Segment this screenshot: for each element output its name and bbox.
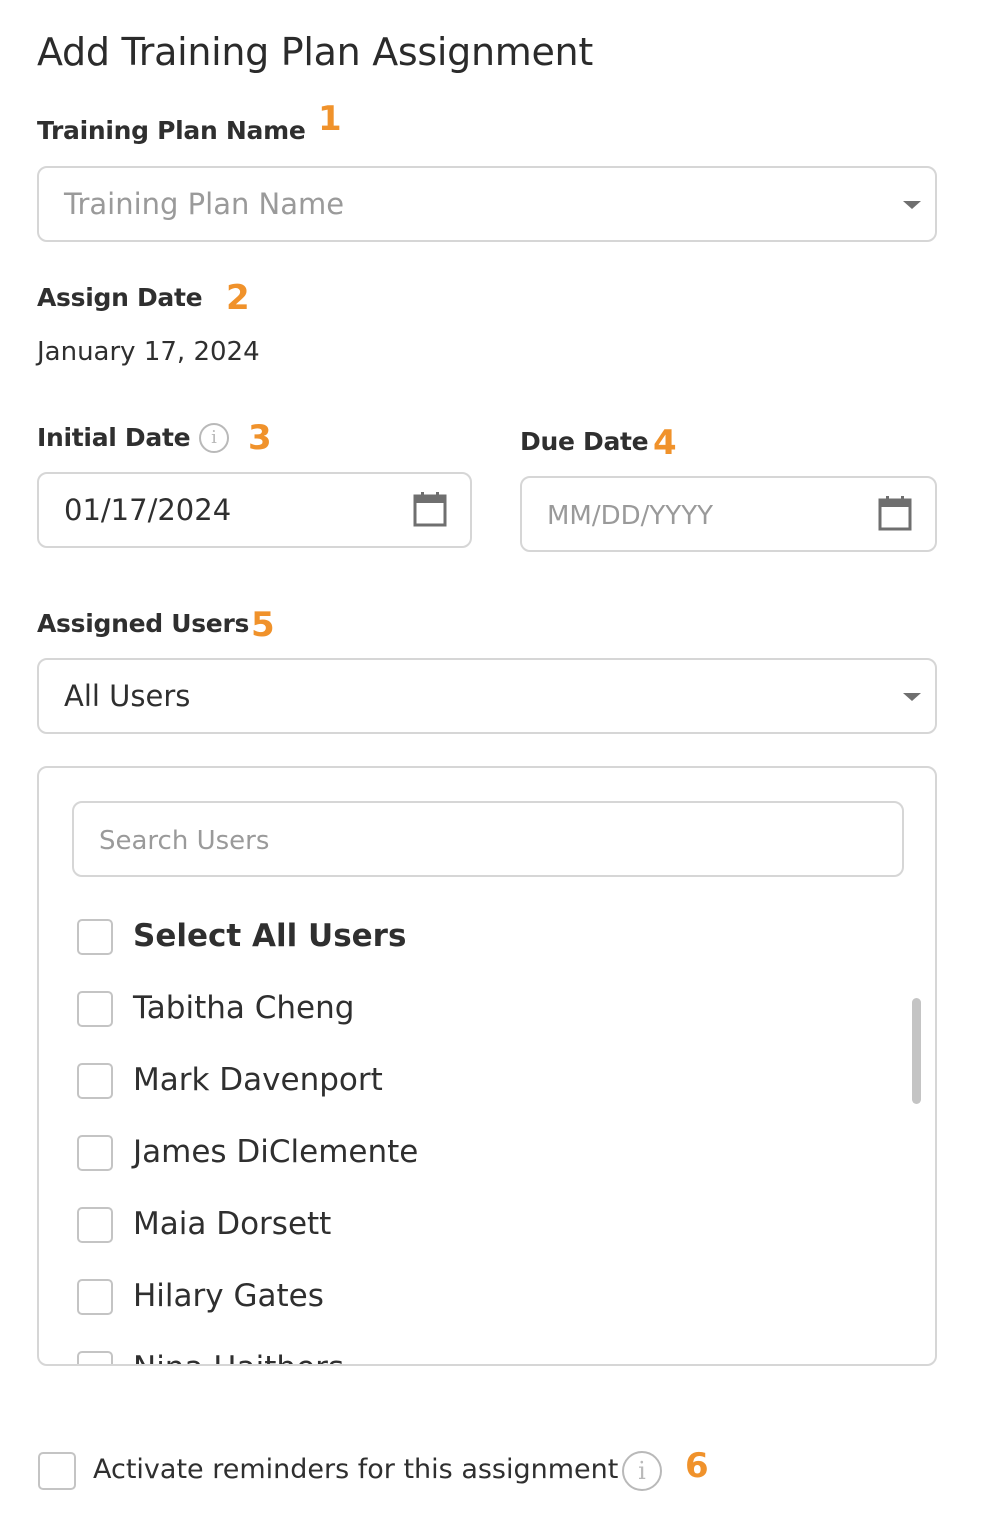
user-label: Maia Dorsett [133, 1206, 332, 1242]
training-plan-name-label: Training Plan Name [37, 116, 306, 145]
user-checkbox[interactable] [77, 1279, 113, 1315]
user-list-scrollbar[interactable] [912, 998, 921, 1104]
reminders-checkbox[interactable] [38, 1452, 76, 1490]
calendar-icon[interactable] [878, 495, 912, 531]
user-list-panel: Search Users Select All Users Tabitha Ch… [37, 766, 937, 1366]
user-checkbox[interactable] [77, 1135, 113, 1171]
user-checkbox[interactable] [77, 1351, 113, 1364]
step-marker-1: 1 [318, 99, 342, 139]
user-label: Hilary Gates [133, 1278, 324, 1314]
user-label: Mark Davenport [133, 1062, 383, 1098]
step-marker-4: 4 [653, 423, 677, 463]
due-date-input[interactable]: MM/DD/YYYY [520, 476, 937, 552]
user-checkbox[interactable] [77, 1063, 113, 1099]
step-marker-6: 6 [685, 1446, 709, 1486]
assigned-users-select[interactable]: All Users [37, 658, 937, 734]
step-marker-5: 5 [251, 605, 275, 645]
info-icon[interactable]: i [622, 1451, 662, 1491]
assign-date-value: January 17, 2024 [37, 337, 260, 367]
search-users-input[interactable]: Search Users [72, 801, 904, 877]
initial-date-input[interactable]: 01/17/2024 [37, 472, 472, 548]
chevron-down-icon [903, 201, 921, 209]
user-label: Tabitha Cheng [133, 990, 355, 1026]
initial-date-value: 01/17/2024 [64, 493, 232, 527]
due-date-label: Due Date [520, 427, 649, 456]
user-label: Nina Haithers [133, 1350, 344, 1364]
page-title: Add Training Plan Assignment [37, 30, 593, 74]
step-marker-3: 3 [248, 418, 272, 458]
initial-date-label: Initial Date [37, 423, 191, 452]
due-date-placeholder: MM/DD/YYYY [547, 501, 713, 531]
assigned-users-label: Assigned Users [37, 609, 250, 638]
assigned-users-selected: All Users [64, 679, 191, 713]
user-checkbox[interactable] [77, 1207, 113, 1243]
info-icon[interactable]: i [199, 423, 229, 453]
user-label: James DiClemente [133, 1134, 419, 1170]
user-checkbox[interactable] [77, 991, 113, 1027]
training-plan-select-placeholder: Training Plan Name [64, 187, 345, 221]
calendar-icon[interactable] [413, 491, 447, 527]
step-marker-2: 2 [226, 278, 250, 318]
assign-date-label: Assign Date [37, 283, 203, 312]
chevron-down-icon [903, 693, 921, 701]
training-plan-select[interactable]: Training Plan Name [37, 166, 937, 242]
select-all-label: Select All Users [133, 918, 407, 954]
select-all-checkbox[interactable] [77, 919, 113, 955]
reminders-label: Activate reminders for this assignment [93, 1454, 619, 1485]
search-users-placeholder: Search Users [99, 826, 270, 856]
